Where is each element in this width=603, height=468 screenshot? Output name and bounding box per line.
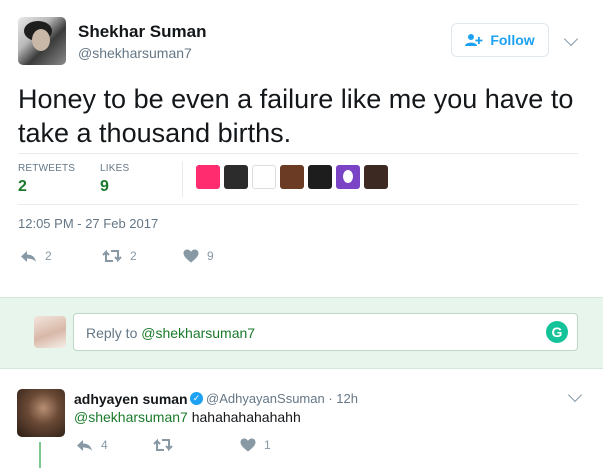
reply-tweet-text: @shekharsuman7 hahahahahahahh — [74, 409, 301, 425]
liker-avatar[interactable] — [196, 165, 220, 189]
add-user-icon — [465, 34, 483, 46]
likes-label: LIKES — [100, 163, 130, 174]
follow-label: Follow — [490, 32, 535, 48]
reply-tweet-like-action[interactable]: 1 — [240, 438, 271, 452]
liker-avatar[interactable] — [224, 165, 248, 189]
reply-author-handle[interactable]: @AdhyayanSsuman · 12h — [206, 391, 358, 406]
chevron-down-icon[interactable] — [567, 387, 583, 403]
retweet-icon — [153, 438, 173, 452]
author-handle[interactable]: @shekharsuman7 — [78, 45, 192, 61]
liker-avatar[interactable] — [308, 165, 332, 189]
liker-avatar[interactable] — [252, 165, 276, 189]
reply-time[interactable]: · 12h — [328, 391, 358, 406]
follow-button[interactable]: Follow — [451, 23, 549, 57]
like-action[interactable]: 9 — [183, 249, 214, 263]
heart-icon — [240, 438, 256, 452]
chevron-down-icon[interactable] — [563, 31, 579, 47]
reply-count: 2 — [45, 249, 52, 263]
reply-author-avatar[interactable] — [17, 389, 65, 437]
retweet-count: 2 — [130, 249, 137, 263]
retweets-label: RETWEETS — [18, 163, 76, 174]
author-avatar[interactable] — [18, 17, 66, 65]
reply-icon — [21, 250, 36, 262]
retweet-action[interactable]: 2 — [102, 249, 137, 263]
thread-line — [39, 442, 41, 468]
reply-tweet-reply-count: 4 — [101, 438, 108, 452]
reply-placeholder: Reply to — [86, 325, 142, 341]
reply-tweet-reply-action[interactable]: 4 — [76, 438, 108, 452]
like-count: 9 — [207, 249, 214, 263]
retweets-count[interactable]: 2 — [18, 178, 27, 196]
likes-count[interactable]: 9 — [100, 178, 109, 196]
liker-avatars — [196, 165, 388, 189]
divider — [18, 153, 578, 154]
retweet-icon — [102, 249, 122, 263]
reply-icon — [77, 439, 92, 451]
reply-author-name[interactable]: adhyayen suman — [74, 391, 188, 407]
heart-icon — [183, 249, 199, 263]
tweet-text: Honey to be even a failure like me you h… — [18, 84, 574, 148]
reply-placeholder-mention: @shekharsuman7 — [141, 325, 256, 341]
reply-mention-link[interactable]: @shekharsuman7 — [74, 409, 188, 425]
liker-avatar[interactable] — [364, 165, 388, 189]
verified-badge-icon: ✓ — [190, 392, 203, 405]
reply-action[interactable]: 2 — [20, 249, 52, 263]
tweet-timestamp[interactable]: 12:05 PM - 27 Feb 2017 — [18, 216, 158, 231]
reply-tweet-retweet-action[interactable] — [153, 438, 181, 452]
reply-input[interactable]: Reply to @shekharsuman7 — [73, 313, 578, 351]
reply-tweet-like-count: 1 — [264, 438, 271, 452]
reply-handle-text: @AdhyayanSsuman — [206, 391, 325, 406]
liker-avatar[interactable] — [280, 165, 304, 189]
author-name[interactable]: Shekhar Suman — [78, 22, 207, 42]
reply-body: hahahahahahahh — [187, 409, 301, 425]
divider — [182, 161, 183, 197]
grammarly-icon[interactable]: G — [546, 321, 568, 343]
current-user-avatar — [34, 316, 66, 348]
liker-avatar[interactable] — [336, 165, 360, 189]
divider — [18, 204, 578, 205]
